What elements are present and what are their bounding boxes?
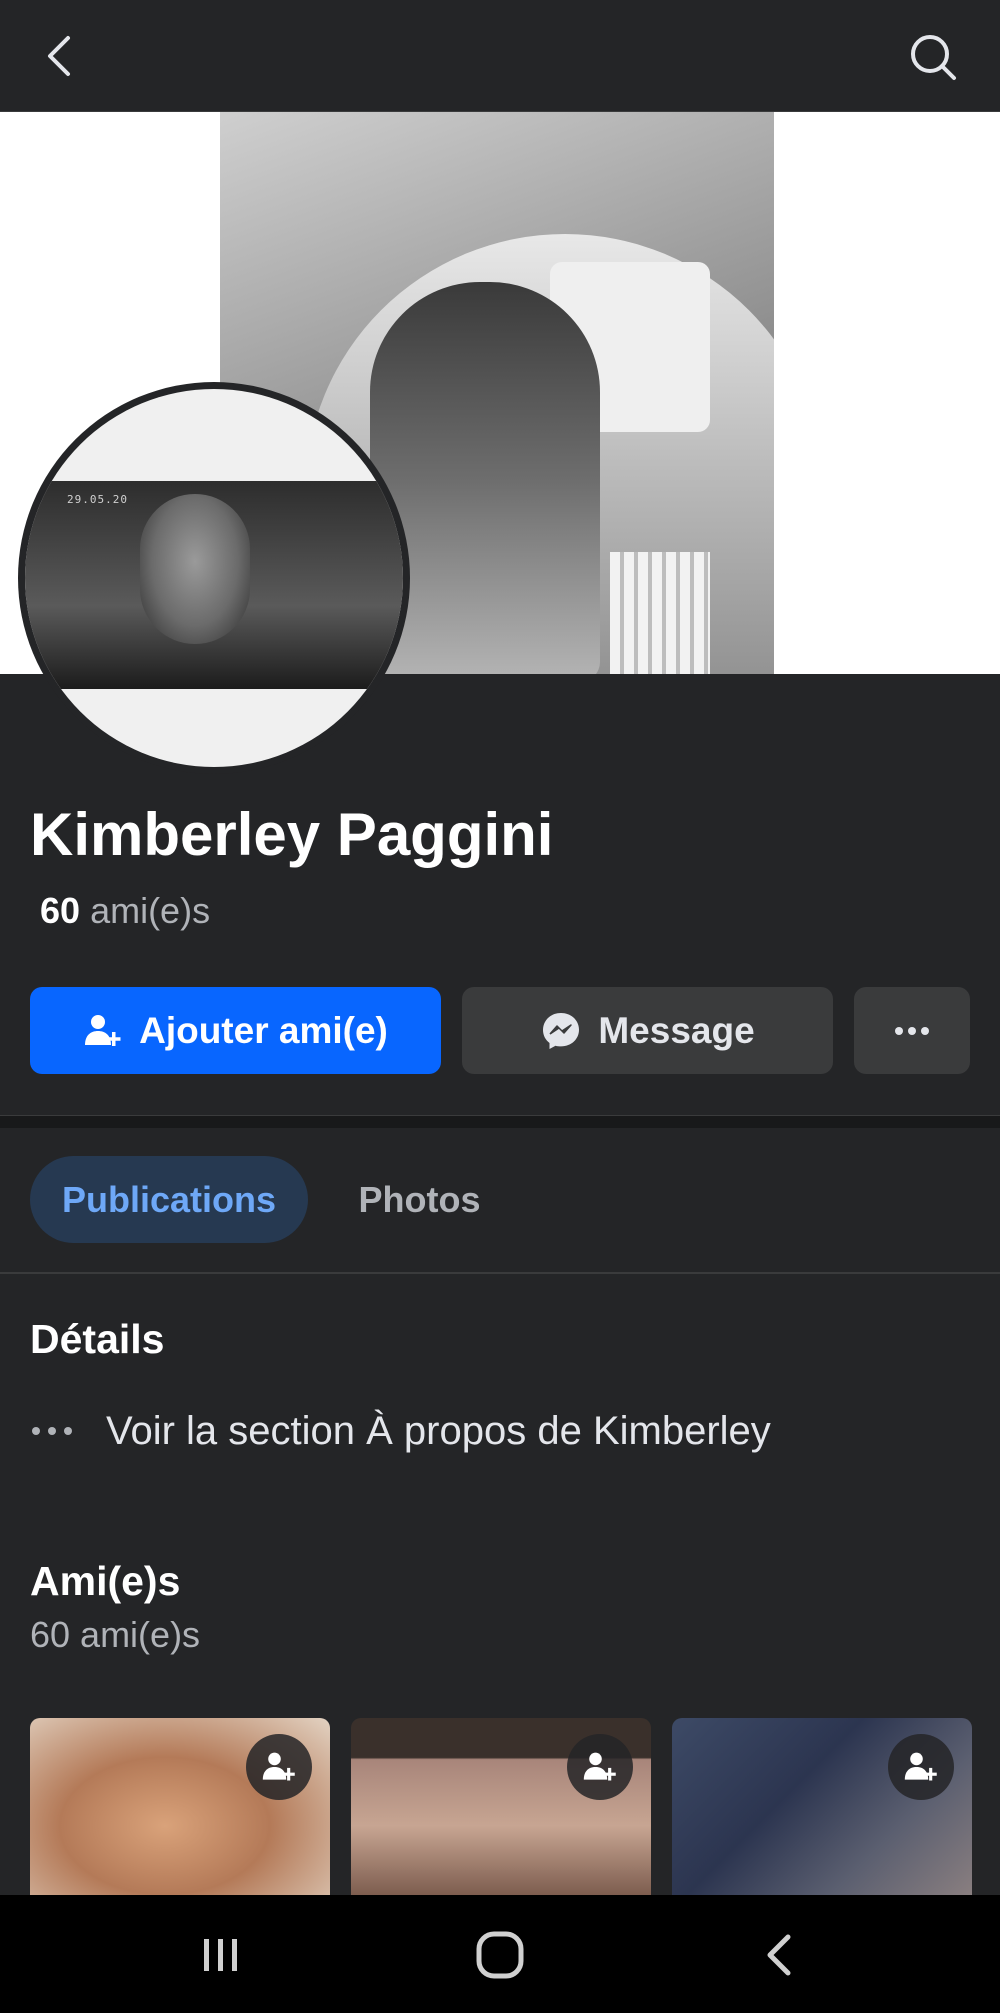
about-section-link[interactable]: Voir la section À propos de Kimberley <box>30 1403 771 1459</box>
about-link-text: Voir la section À propos de Kimberley <box>106 1408 771 1453</box>
add-friend-icon[interactable] <box>567 1734 633 1800</box>
friends-subtitle: 60 ami(e)s <box>30 1614 201 1655</box>
add-friend-icon[interactable] <box>888 1734 954 1800</box>
top-bar <box>0 0 1000 112</box>
add-friend-button[interactable]: Ajouter ami(e) <box>30 987 441 1074</box>
message-label: Message <box>598 1009 755 1051</box>
profile-avatar[interactable]: 29.05.20 <box>18 382 410 774</box>
tab-publications[interactable]: Publications <box>30 1156 308 1243</box>
home-icon[interactable] <box>474 1925 528 1985</box>
tabs-divider <box>0 1272 1000 1274</box>
system-nav-bar <box>0 1895 1000 2013</box>
add-friend-icon <box>85 1014 121 1046</box>
friends-count-suffix: ami(e)s <box>90 890 211 931</box>
recents-icon[interactable] <box>196 1925 246 1985</box>
avatar-photo-timestamp: 29.05.20 <box>67 493 128 506</box>
friend-card[interactable] <box>672 1718 972 1898</box>
add-friend-label: Ajouter ami(e) <box>139 1009 388 1051</box>
friend-card[interactable] <box>351 1718 651 1898</box>
tab-photos[interactable]: Photos <box>332 1156 507 1243</box>
more-dots-icon <box>32 1427 72 1435</box>
friends-count[interactable]: 60 ami(e)s <box>40 890 210 932</box>
section-divider <box>0 1115 1000 1128</box>
profile-name: Kimberley Paggini <box>30 801 554 868</box>
more-options-button[interactable] <box>854 987 970 1074</box>
add-friend-icon[interactable] <box>246 1734 312 1800</box>
details-heading: Détails <box>30 1316 165 1362</box>
more-icon <box>895 1026 929 1035</box>
back-arrow-icon[interactable] <box>40 34 84 78</box>
nav-back-icon[interactable] <box>760 1925 800 1985</box>
search-icon[interactable] <box>908 32 958 82</box>
friend-card[interactable] <box>30 1718 330 1898</box>
messenger-icon <box>543 1012 580 1049</box>
friends-count-number: 60 <box>40 890 81 931</box>
friends-heading: Ami(e)s <box>30 1558 181 1604</box>
message-button[interactable]: Message <box>462 987 833 1074</box>
